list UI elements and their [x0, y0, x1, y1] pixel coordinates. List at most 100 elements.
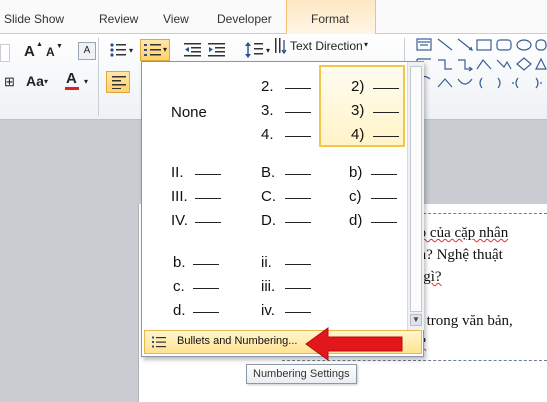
numbering-marker: iii.: [261, 278, 276, 295]
dash-line: [193, 288, 219, 289]
numbering-option-alpha-upper[interactable]: B. C. D.: [233, 154, 319, 236]
tab-view[interactable]: View: [163, 12, 189, 26]
tab-review[interactable]: Review: [99, 12, 138, 26]
none-label: None: [171, 104, 207, 121]
dash-line: [285, 174, 311, 175]
tab-developer[interactable]: Developer: [217, 12, 272, 26]
clear-format-icon[interactable]: A: [78, 42, 96, 60]
numbering-option-roman-lower[interactable]: ii. iii. iv.: [233, 242, 319, 324]
numbering-option-alpha-lower-period[interactable]: b. c. d.: [145, 242, 231, 324]
numbering-marker: II.: [171, 164, 184, 181]
dash-line: [285, 312, 311, 313]
numbering-marker: 2.: [261, 78, 274, 95]
bullets-and-numbering-label: Bullets and Numbering...: [177, 335, 298, 347]
caret-up-icon: ▲: [36, 41, 43, 48]
dash-line: [195, 222, 221, 223]
shapes-gallery-icons: [416, 38, 547, 89]
font-color-icon[interactable]: A: [66, 70, 77, 87]
ribbon-separator: [98, 38, 99, 116]
align-left-icon: [112, 76, 126, 89]
tab-format-label: Format: [311, 12, 350, 26]
dash-line: [195, 174, 221, 175]
slide-text-line-2: xa? Nghệ thuật: [412, 247, 503, 263]
tab-slide-show[interactable]: Slide Show: [4, 12, 64, 26]
grow-font-icon[interactable]: A: [24, 43, 35, 60]
numbering-marker: ii.: [261, 254, 272, 271]
numbering-marker: c): [349, 188, 362, 205]
text-direction-button[interactable]: Text Direction: [290, 39, 363, 53]
numbering-marker: d.: [173, 302, 186, 319]
bullets-icon[interactable]: [109, 42, 127, 58]
dash-line: [285, 222, 311, 223]
bullets-dropdown-icon[interactable]: ▾: [129, 46, 133, 55]
numbering-marker: B.: [261, 164, 276, 181]
dash-line: [285, 112, 311, 113]
numbering-marker: iv.: [261, 302, 275, 319]
bullets-list-icon: [152, 336, 166, 348]
dash-line: [285, 136, 311, 137]
numbering-option-none[interactable]: None: [145, 65, 231, 147]
numbering-dropdown: None 2. 3. 4. 2) 3) 4) II. III. IV. B. C…: [141, 61, 424, 357]
numbering-option-decimal-paren[interactable]: 2) 3) 4): [319, 65, 405, 147]
fonts-dropdown-icon[interactable]: ▾: [44, 77, 48, 86]
dash-line: [285, 288, 311, 289]
numbering-marker: 4): [351, 126, 365, 143]
numbering-marker: 3.: [261, 102, 274, 119]
tab-format[interactable]: Format: [286, 0, 376, 34]
numbering-option-decimal-period[interactable]: 2. 3. 4.: [233, 65, 319, 147]
dash-line: [285, 88, 311, 89]
dash-line: [371, 198, 397, 199]
numbering-marker: b.: [173, 254, 186, 271]
numbering-marker: 3): [351, 102, 365, 119]
text-direction-dropdown-icon[interactable]: ▾: [364, 40, 368, 49]
dash-line: [193, 264, 219, 265]
slide-text-line-1-content: ập của cặp nhân: [412, 225, 509, 241]
numbering-dropdown-icon[interactable]: ▾: [163, 45, 167, 54]
red-arrow-icon: [305, 327, 403, 361]
numbering-gallery: None 2. 3. 4. 2) 3) 4) II. III. IV. B. C…: [142, 62, 407, 330]
align-left-button[interactable]: [106, 71, 130, 93]
clear-format-glyph: A: [83, 45, 91, 56]
increase-indent-icon[interactable]: [208, 42, 226, 58]
line-spacing-dropdown-icon[interactable]: ▾: [266, 46, 270, 55]
numbering-icon: [144, 44, 161, 56]
dash-line: [371, 222, 397, 223]
dash-line: [373, 88, 399, 89]
scroll-down-icon[interactable]: ▼: [410, 314, 422, 326]
font-color-bar: [65, 87, 79, 90]
numbering-marker: b): [349, 164, 363, 181]
text-direction-icon: [275, 38, 287, 54]
numbering-marker: IV.: [171, 212, 188, 229]
numbering-option-alpha-lower-paren[interactable]: b) c) d): [319, 154, 405, 236]
numbering-marker: c.: [173, 278, 185, 295]
format-painter-icon[interactable]: ⊞: [4, 74, 15, 90]
scrollbar-thumb[interactable]: [410, 66, 422, 312]
gallery-scrollbar[interactable]: ▼: [407, 62, 424, 330]
numbering-marker: 2): [351, 78, 365, 95]
numbering-settings-tooltip: Numbering Settings: [246, 364, 357, 384]
dash-line: [285, 198, 311, 199]
caret-down-icon: ▼: [56, 43, 63, 50]
dash-line: [371, 174, 397, 175]
decrease-indent-icon[interactable]: [184, 42, 202, 58]
numbering-marker: 4.: [261, 126, 274, 143]
dash-line: [373, 112, 399, 113]
ribbon-tab-bar: Slide Show Review View Developer Format: [0, 0, 547, 34]
shapes-gallery[interactable]: [414, 36, 547, 98]
numbering-marker: C.: [261, 188, 276, 205]
font-color-dropdown-icon[interactable]: ▾: [84, 77, 88, 86]
numbering-option-roman-upper[interactable]: II. III. IV.: [145, 154, 231, 236]
numbering-button[interactable]: ▾: [140, 39, 170, 61]
line-spacing-icon[interactable]: [244, 40, 264, 60]
shrink-font-icon[interactable]: A: [46, 45, 55, 59]
font-size-box[interactable]: [0, 44, 10, 62]
dash-line: [285, 264, 311, 265]
numbering-marker: d): [349, 212, 363, 229]
dash-line: [373, 136, 399, 137]
dash-line: [195, 198, 221, 199]
numbering-marker: D.: [261, 212, 276, 229]
font-style-icon[interactable]: Aa: [26, 73, 44, 89]
dash-line: [193, 312, 219, 313]
slide-text-line-1: ập của cặp nhân: [412, 225, 508, 242]
numbering-marker: III.: [171, 188, 188, 205]
